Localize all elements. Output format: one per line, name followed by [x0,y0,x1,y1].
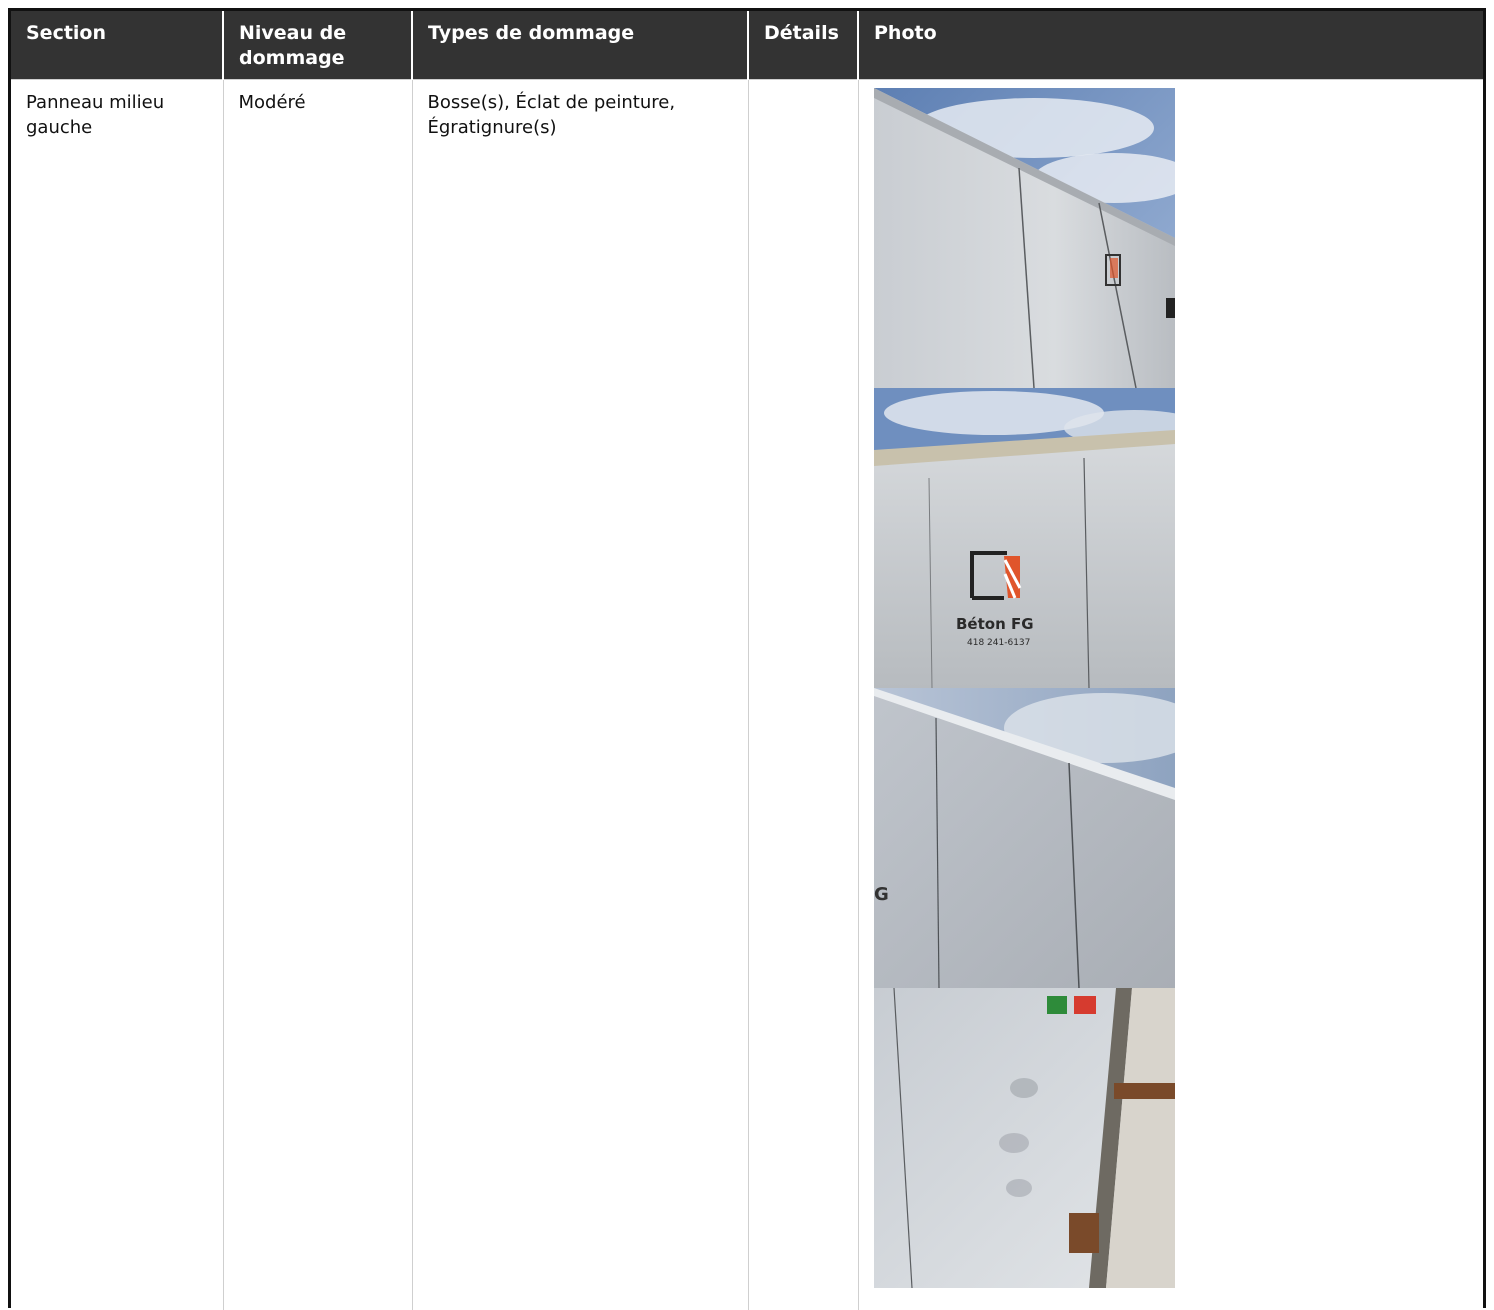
header-section: Section [11,11,223,80]
damage-photo-1[interactable] [874,88,1175,388]
header-niveau: Niveau de dommage [223,11,412,80]
cell-section: Panneau milieu gauche [11,80,223,1310]
cell-photos: Béton FG 418 241-6137 [858,80,1483,1310]
damage-table: Section Niveau de dommage Types de domma… [11,11,1483,1310]
damage-photo-3[interactable]: G [874,688,1175,988]
header-photo: Photo [858,11,1483,80]
photo-phone-text: 418 241-6137 [967,638,1030,648]
damage-photo-4[interactable] [874,988,1175,1288]
cell-details [748,80,858,1310]
header-types: Types de dommage [412,11,748,80]
photo-logo-text: Béton FG [956,615,1034,633]
table-row: Panneau milieu gauche Modéré Bosse(s), É… [11,80,1483,1310]
report-frame: Section Niveau de dommage Types de domma… [8,8,1486,1308]
cell-niveau: Modéré [223,80,412,1310]
header-details: Détails [748,11,858,80]
cell-types: Bosse(s), Éclat de peinture, Égratignure… [412,80,748,1310]
table-header-row: Section Niveau de dommage Types de domma… [11,11,1483,80]
damage-photo-2[interactable]: Béton FG 418 241-6137 [874,388,1175,688]
photo-partial-letter: G [874,884,889,905]
